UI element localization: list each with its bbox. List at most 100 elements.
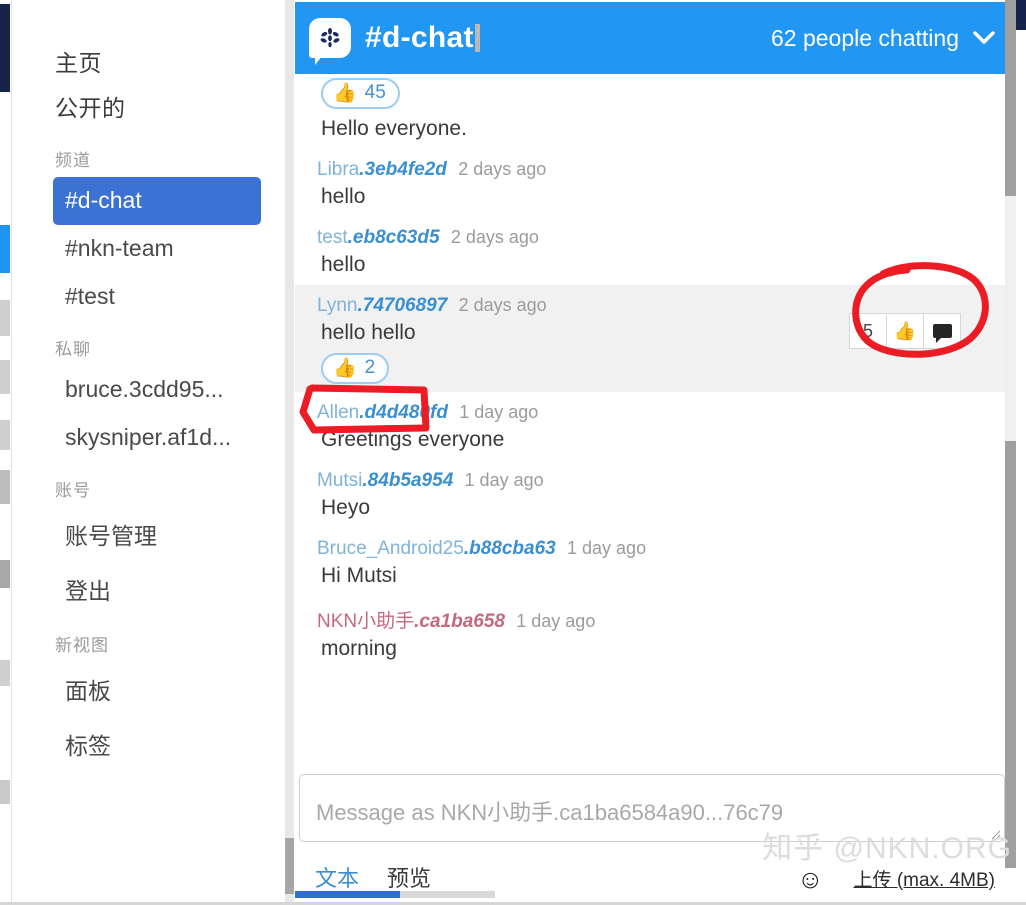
message-author[interactable]: Bruce_Android25 [317,538,464,559]
message-timestamp: 1 day ago [516,611,596,631]
sidebar-item-logout[interactable]: 登出 [53,562,261,617]
window-edge-cap [1016,0,1026,30]
channel-title-editable[interactable]: #d-chat [365,21,480,55]
message-item: Allen.d4d480fd 1 day ago Greetings every… [295,392,1011,460]
thumbs-up-icon: 👍 [333,358,357,379]
message-item: 👍 45 Hello everyone. [295,74,1011,149]
people-chatting-dropdown[interactable]: 62 people chatting [771,25,995,52]
reaction-count-button[interactable]: 5 [849,313,887,349]
window-scrollbar-thumb[interactable] [1005,196,1016,441]
message-hover-toolbar: 5 👍 [849,313,961,349]
message-author-hash[interactable]: .3eb4fe2d [359,159,447,180]
sidebar-group-label-direct-messages: 私聊 [55,340,91,359]
message-text: Greetings everyone [321,428,505,451]
sidebar-group-label-new-view: 新视图 [55,636,109,655]
sidebar-item-panel[interactable]: 面板 [53,662,261,717]
rail-segment[interactable] [0,660,10,686]
message-item: test.eb8c63d5 2 days ago hello [295,217,1011,285]
reaction-pill[interactable]: 👍 45 [321,78,400,109]
message-author[interactable]: test [317,227,348,248]
message-item: Bruce_Android25.b88cba63 1 day ago Hi Mu… [295,528,1011,596]
sidebar-item-skysniper[interactable]: skysniper.af1d... [53,414,261,462]
sidebar-group-label-channels: 频道 [55,151,91,170]
sidebar-scrollbar-track[interactable] [285,0,294,905]
message-timestamp: 2 days ago [458,159,547,179]
message-meta: NKN小助手.ca1ba658 1 day ago [317,598,1011,635]
sidebar-item-test[interactable]: #test [53,273,261,321]
rail-segment[interactable] [0,360,10,394]
message-meta: Libra.3eb4fe2d 2 days ago [317,151,1011,183]
reaction-count: 2 [364,357,376,378]
sidebar-scrollbar-thumb[interactable] [285,838,294,894]
message-author-hash[interactable]: .84b5a954 [362,470,453,491]
horizontal-scrollbar-thumb[interactable] [295,891,400,898]
sidebar: 主页 公开的 频道 #d-chat #nkn-team #test 私聊 bru… [13,0,285,905]
message-author-hash[interactable]: .b88cba63 [464,538,556,559]
message-item-hovered: Lynn.74706897 2 days ago hello hello 👍 2… [295,285,1011,392]
message-item: Mutsi.84b5a954 1 day ago Heyo [295,460,1011,528]
smiley-face-icon[interactable]: ☺ [797,866,824,892]
message-text: Hello everyone. [321,117,467,140]
rail-segment[interactable] [0,560,10,588]
message-timestamp: 2 days ago [450,227,539,247]
chevron-down-icon [973,31,995,44]
reply-button[interactable] [923,313,961,349]
message-item: NKN小助手.ca1ba658 1 day ago morning [295,596,1011,669]
text-cursor [474,24,480,52]
speech-bubble-icon [932,324,952,343]
rail-segment[interactable] [0,420,10,450]
message-author[interactable]: Allen [317,402,359,423]
message-author[interactable]: NKN小助手 [317,611,414,632]
nkn-dchat-window: 主页 公开的 频道 #d-chat #nkn-team #test 私聊 bru… [0,0,1026,905]
composer-area: 文本 预览 ☺ 上传 (max. 4MB) [295,770,1011,905]
rail-segment-channel[interactable] [0,225,10,273]
message-input[interactable] [299,774,1005,842]
message-text: Hi Mutsi [321,564,397,587]
message-text: hello [321,253,366,276]
message-author[interactable]: Mutsi [317,470,362,491]
message-author-hash[interactable]: .ca1ba658 [414,611,505,632]
message-item: Libra.3eb4fe2d 2 days ago hello [295,149,1011,217]
message-list[interactable]: 👍 45 Hello everyone. Libra.3eb4fe2d 2 da… [295,74,1011,768]
message-meta: Mutsi.84b5a954 1 day ago [317,462,1011,494]
thumbs-up-icon: 👍 [333,83,357,104]
message-timestamp: 1 day ago [459,402,539,422]
rail-segment-active[interactable] [0,4,10,92]
sidebar-group-label-account: 账号 [55,481,91,500]
message-text: hello [321,185,366,208]
chat-header: #d-chat 62 people chatting [295,2,1011,74]
message-timestamp: 1 day ago [464,470,544,490]
chat-panel: #d-chat 62 people chatting 👍 45 Hello ev… [295,0,1011,905]
message-author[interactable]: Lynn [317,295,358,316]
rail-segment[interactable] [0,300,10,336]
sidebar-item-d-chat[interactable]: #d-chat [53,177,261,225]
sidebar-item-public[interactable]: 公开的 [55,87,285,132]
message-author-hash[interactable]: .d4d480fd [359,402,448,423]
message-meta: Bruce_Android25.b88cba63 1 day ago [317,530,1011,562]
sidebar-item-bruce[interactable]: bruce.3cdd95... [53,366,261,414]
sidebar-item-nkn-team[interactable]: #nkn-team [53,225,261,273]
message-meta: test.eb8c63d5 2 days ago [317,219,1011,251]
message-author-hash[interactable]: .74706897 [358,295,448,316]
message-timestamp: 1 day ago [567,538,647,558]
sidebar-item-home[interactable]: 主页 [55,42,285,87]
message-author-hash[interactable]: .eb8c63d5 [348,227,440,248]
mini-nav-rail[interactable] [0,0,12,905]
message-author[interactable]: Libra [317,159,359,180]
sidebar-primary-nav: 主页 公开的 [13,42,285,132]
message-timestamp: 2 days ago [458,295,547,315]
sidebar-item-tabs[interactable]: 标签 [53,717,261,772]
upload-link[interactable]: 上传 (max. 4MB) [854,865,995,892]
channel-title-text: #d-chat [365,21,474,54]
reaction-pill[interactable]: 👍 2 [321,353,390,384]
rail-segment[interactable] [0,780,10,804]
people-chatting-label: 62 people chatting [771,24,959,51]
reaction-count: 45 [364,82,386,103]
sidebar-item-account-management[interactable]: 账号管理 [53,507,261,562]
message-text: Heyo [321,496,371,519]
message-text: morning [321,637,397,660]
rail-segment[interactable] [0,470,10,504]
add-reaction-button[interactable]: 👍 [886,313,924,349]
message-meta: Allen.d4d480fd 1 day ago [317,394,1011,426]
nkn-speech-bubble-logo-icon [309,18,351,65]
